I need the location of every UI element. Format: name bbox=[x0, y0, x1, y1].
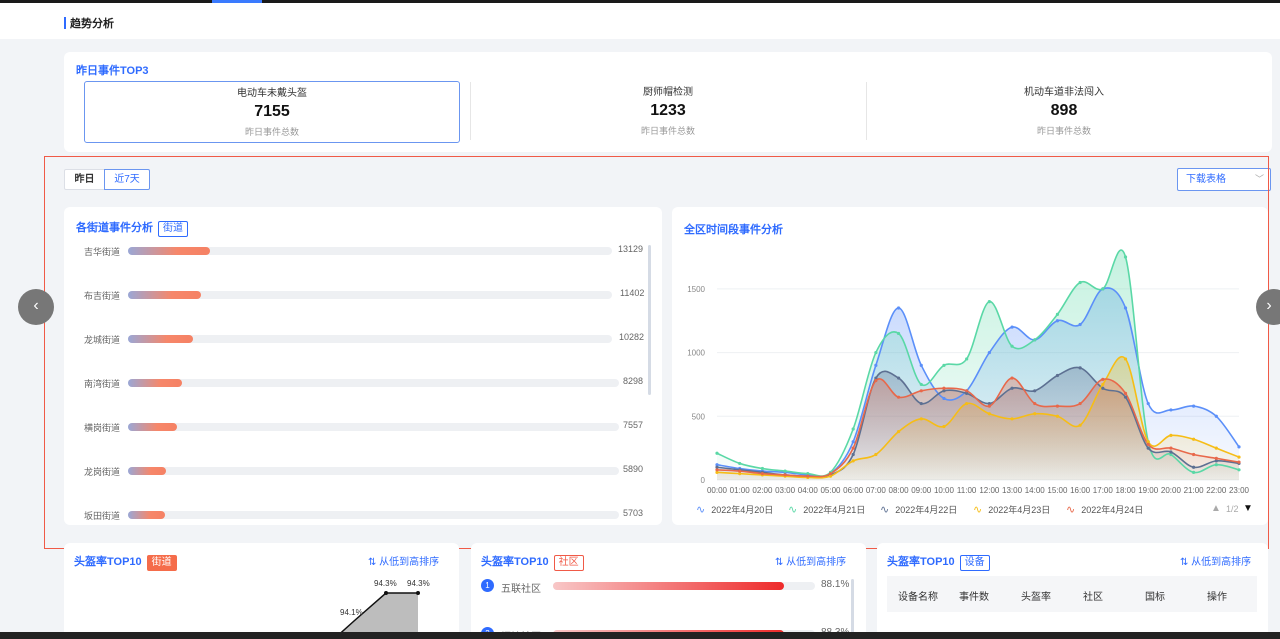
column-header: 操作 bbox=[1207, 592, 1227, 603]
top3-item-2[interactable]: 厨师帽检测 1233 昨日事件总数 bbox=[480, 81, 856, 143]
scrollbar[interactable] bbox=[851, 579, 854, 639]
divider bbox=[866, 82, 867, 140]
top3-item-value: 7155 bbox=[254, 103, 290, 120]
sort-button[interactable]: ⇅ 从低到高排序 bbox=[1180, 553, 1251, 568]
chevron-left-icon: ‹ bbox=[33, 297, 39, 314]
sort-icon: ⇅ bbox=[775, 557, 787, 568]
column-header: 事件数 bbox=[959, 592, 989, 603]
top3-item-1[interactable]: 电动车未戴头盔 7155 昨日事件总数 bbox=[84, 81, 460, 143]
community-tag[interactable]: 社区 bbox=[553, 555, 584, 571]
sort-icon: ⇅ bbox=[1180, 557, 1192, 568]
sort-button[interactable]: ⇅ 从低到高排序 bbox=[775, 553, 846, 568]
list-item: 1 五联社区 88.1% bbox=[481, 579, 851, 595]
data-point bbox=[416, 591, 420, 595]
top3-item-3[interactable]: 机动车道非法闯入 898 昨日事件总数 bbox=[876, 81, 1252, 143]
bottom-bar bbox=[0, 632, 1280, 639]
helmet-area-chart bbox=[333, 591, 420, 639]
top3-item-sub: 昨日事件总数 bbox=[640, 126, 695, 136]
bar-track bbox=[553, 582, 815, 590]
top3-item-name: 电动车未戴头盔 bbox=[237, 88, 307, 99]
device-tag[interactable]: 设备 bbox=[959, 555, 990, 571]
bar-fill bbox=[553, 582, 784, 590]
top3-item-sub: 昨日事件总数 bbox=[1036, 126, 1091, 136]
top3-item-value: 1233 bbox=[650, 102, 686, 119]
top3-item-value: 898 bbox=[1050, 102, 1078, 119]
top3-card: 昨日事件TOP3 电动车未戴头盔 7155 昨日事件总数 厨师帽检测 1233 … bbox=[64, 52, 1272, 152]
carousel-prev-button[interactable]: ‹ bbox=[18, 289, 54, 325]
column-header: 头盔率 bbox=[1021, 592, 1051, 603]
table-header: 设备名称 事件数 头盔率 社区 国标 操作 bbox=[887, 576, 1257, 612]
sort-label: 从低到高排序 bbox=[1191, 557, 1252, 568]
top3-item-sub: 昨日事件总数 bbox=[244, 127, 299, 137]
helmet-device-panel: 头盔率TOP10 设备 ⇅ 从低到高排序 设备名称 事件数 头盔率 社区 国标 操… bbox=[877, 543, 1268, 639]
title-accent-bar bbox=[64, 17, 66, 29]
data-label: 94.3% bbox=[407, 579, 430, 588]
top3-item-name: 厨师帽检测 bbox=[643, 87, 693, 98]
column-header: 设备名称 bbox=[898, 592, 938, 603]
helmet-street-panel: 头盔率TOP10 街道 ⇅ 从低到高排序 94.1% 94.3% 94.3% bbox=[64, 543, 459, 639]
helmet-community-panel: 头盔率TOP10社区 ⇅ 从低到高排序 1 五联社区 88.1% 2 坪地社区 … bbox=[471, 543, 866, 639]
helmet-device-title: 头盔率TOP10 bbox=[887, 556, 955, 568]
community-name: 五联社区 bbox=[501, 584, 541, 595]
data-point bbox=[384, 591, 388, 595]
column-header: 社区 bbox=[1083, 592, 1103, 603]
page-title: 趋势分析 bbox=[70, 18, 114, 30]
top3-title: 昨日事件TOP3 bbox=[76, 65, 149, 77]
helmet-community-title: 头盔率TOP10 bbox=[481, 556, 549, 568]
rank-badge: 1 bbox=[481, 579, 494, 592]
column-header: 国标 bbox=[1145, 592, 1165, 603]
page-header: 趋势分析 bbox=[0, 3, 1280, 39]
chevron-right-icon: › bbox=[1266, 297, 1272, 314]
highlight-box bbox=[44, 156, 1269, 549]
rate-value: 88.1% bbox=[821, 579, 850, 590]
data-label: 94.3% bbox=[374, 579, 397, 588]
divider bbox=[470, 82, 471, 140]
sort-label: 从低到高排序 bbox=[786, 557, 847, 568]
data-label: 94.1% bbox=[340, 608, 363, 617]
top3-item-name: 机动车道非法闯入 bbox=[1024, 87, 1104, 98]
